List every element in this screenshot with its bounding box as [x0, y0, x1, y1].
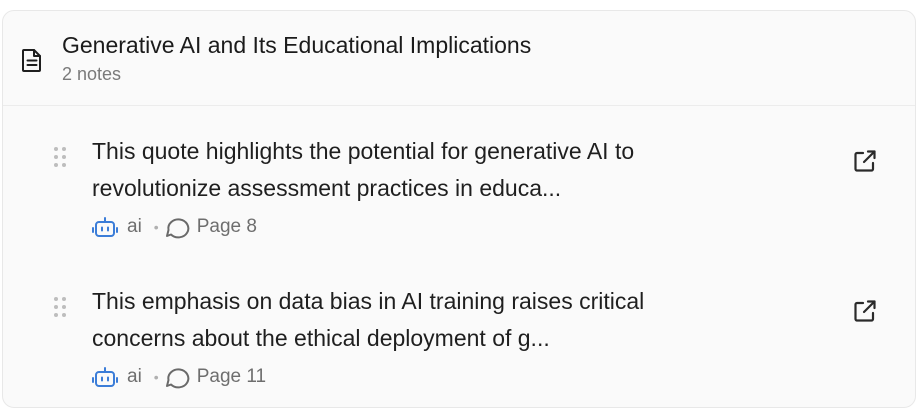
comment-icon — [165, 368, 190, 389]
note-author: ai — [127, 366, 142, 387]
robot-icon — [92, 367, 118, 387]
note-author: ai — [127, 216, 142, 237]
note-page: Page 8 — [196, 216, 257, 237]
external-link-icon[interactable] — [851, 297, 879, 325]
meta-separator: • — [153, 369, 159, 385]
document-icon — [22, 49, 41, 72]
external-link-icon[interactable] — [851, 147, 879, 175]
note-page: Page 11 — [196, 366, 267, 387]
group-header[interactable]: Generative AI and Its Educational Implic… — [3, 11, 915, 106]
group-header-text: Generative AI and Its Educational Implic… — [62, 31, 531, 86]
note-meta: ai • Page 8 — [92, 215, 257, 239]
note-count: 2 notes — [62, 64, 122, 84]
drag-handle-icon[interactable] — [54, 147, 68, 169]
robot-icon — [92, 217, 118, 237]
group-title: Generative AI and Its Educational Implic… — [62, 32, 532, 58]
note-text-line: This emphasis on data bias in AI trainin… — [92, 288, 645, 314]
note-item[interactable]: This emphasis on data bias in AI trainin… — [3, 283, 915, 407]
note-text-line: This quote highlights the potential for … — [92, 138, 635, 164]
note-text-line: revolutionize assessment practices in ed… — [92, 175, 562, 201]
note-item[interactable]: This quote highlights the potential for … — [3, 133, 915, 263]
note-text: This emphasis on data bias in AI trainin… — [92, 283, 792, 357]
note-meta: ai • Page 11 — [92, 365, 266, 389]
meta-separator: • — [153, 219, 159, 235]
notes-group-card: Generative AI and Its Educational Implic… — [2, 10, 916, 408]
drag-handle-icon[interactable] — [54, 297, 68, 319]
comment-icon — [165, 218, 190, 239]
note-text-line: concerns about the ethical deployment of… — [92, 325, 550, 351]
note-text: This quote highlights the potential for … — [92, 133, 792, 207]
